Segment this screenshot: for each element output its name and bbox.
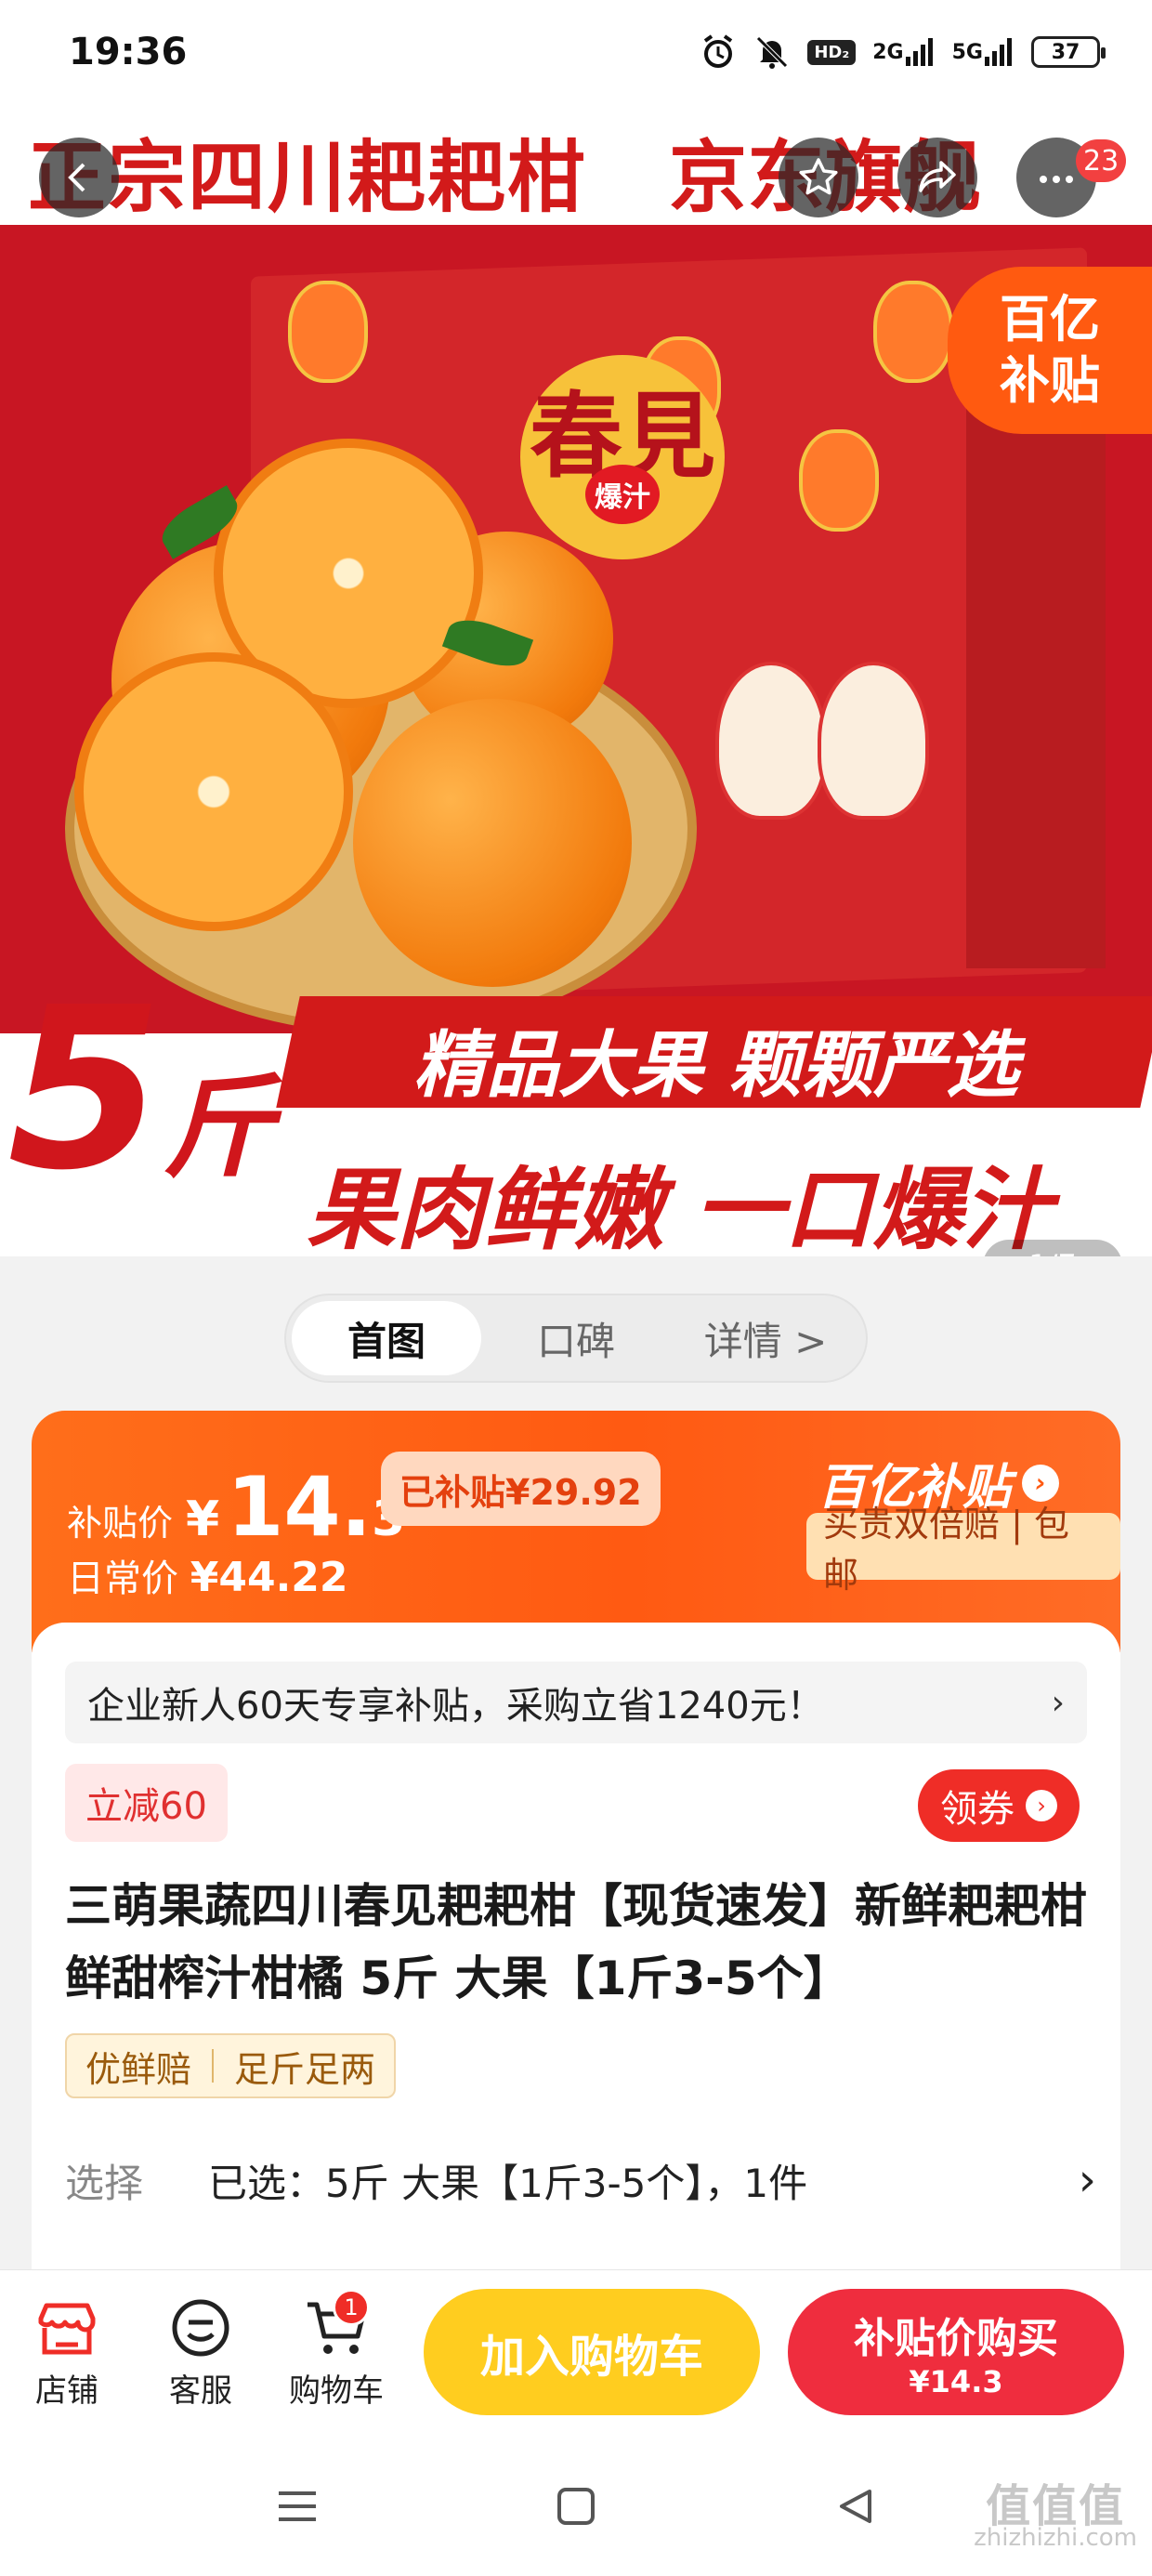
price-integer: 14. <box>227 1459 373 1555</box>
buy-label: 补贴价购买 <box>854 2315 1058 2362</box>
product-hero-image[interactable]: 正宗四川耙耙柑 京东旗舰 春見 爆汁 百亿 补贴 精品大果 颗颗严选 5斤 果肉… <box>0 104 1152 1256</box>
lantern-decoration <box>799 429 879 532</box>
hero-slogan-2: 果肉鲜嫩 一口爆汁 <box>307 1158 1052 1256</box>
signal-2g-icon: 2G <box>872 36 935 68</box>
spec-select-row[interactable]: 选择 已选：5斤 大果【1斤3-5个】，1件 › <box>65 2143 1096 2217</box>
promo-text: 企业新人60天专享补贴，采购立省1240元！ <box>87 1685 824 1728</box>
back-triangle-icon <box>840 2490 871 2523</box>
chat-smile-icon <box>164 2291 238 2365</box>
more-dots-icon <box>1040 176 1073 183</box>
home-nav-button[interactable] <box>548 2478 604 2534</box>
orange-half-image <box>74 652 353 931</box>
cart-count-badge: 1 <box>333 2289 370 2326</box>
tab-reviews[interactable]: 口碑 <box>481 1301 671 1375</box>
service-tags[interactable]: 优鲜赔 足斤足两 <box>65 2033 397 2098</box>
image-pager: 1/7 <box>983 1240 1122 1256</box>
back-arrow-icon <box>68 163 85 192</box>
hd-icon: HD₂ <box>807 39 857 65</box>
subsidy-amount-pill: 已补贴¥29.92 <box>381 1452 661 1526</box>
signal-5g-icon: 5G <box>952 36 1015 68</box>
hero-slogan-1: 精品大果 颗颗严选 <box>413 1024 1019 1108</box>
menu-nav-button[interactable] <box>269 2478 325 2534</box>
back-nav-button[interactable] <box>827 2478 883 2534</box>
product-title: 三萌果蔬四川春见耙耙柑【现货速发】新鲜耙耙柑 鲜甜榨汁柑橘 5斤 大果【1斤3-… <box>65 1879 1087 2005</box>
bottom-action-bar: 店铺 客服 1 购物车 加入购物车 补贴价购买 ¥14.3 <box>0 2269 1152 2437</box>
tab-details[interactable]: 详情 > <box>671 1301 860 1375</box>
home-square-icon <box>557 2488 595 2525</box>
back-button[interactable] <box>39 138 119 217</box>
lantern-decoration <box>288 281 368 383</box>
menu-icon <box>279 2491 316 2521</box>
daily-price-label: 日常价 <box>67 1557 178 1600</box>
hero-weight-number: 5 <box>7 959 163 1219</box>
divider <box>212 2049 215 2083</box>
mute-icon <box>753 33 791 71</box>
orange-image <box>353 699 632 987</box>
share-button[interactable] <box>897 138 977 217</box>
box-brand-subtext: 爆汁 <box>585 465 660 524</box>
product-info-card: 企业新人60天专享补贴，采购立省1240元！ › 立减60 领券 › 三萌果蔬四… <box>32 1623 1120 2273</box>
daily-price: 日常价 ¥44.22 <box>67 1548 348 1602</box>
service-tag-fresh: 优鲜赔 <box>85 2048 192 2090</box>
daily-price-value: ¥44.22 <box>190 1554 348 1601</box>
service-label: 客服 <box>169 2372 232 2410</box>
chevron-right-icon: › <box>1026 1790 1057 1821</box>
price-card: 补贴价 ¥ 14. 3 已补贴¥29.92 日常价 ¥44.22 百亿补贴 › … <box>32 1411 1120 1652</box>
star-icon <box>799 158 838 195</box>
rabbit-illustration <box>818 662 929 820</box>
chevron-right-icon: › <box>1078 2154 1096 2206</box>
hero-weight: 5斤 <box>7 978 274 1241</box>
subsidy-price: 补贴价 ¥ 14. 3 <box>67 1459 405 1555</box>
select-label: 选择 <box>65 2160 144 2206</box>
watermark: 值值值 zhizhizhi.com <box>974 2480 1137 2554</box>
status-icons: HD₂ 2G 5G 37 <box>700 33 1106 71</box>
select-value: 已选：5斤 大果【1斤3-5个】，1件 <box>208 2160 808 2206</box>
cart-icon: 1 <box>299 2289 373 2365</box>
price-currency: ¥ <box>186 1492 220 1547</box>
service-tag-weight: 足斤足两 <box>234 2048 376 2090</box>
customer-service-button[interactable]: 客服 <box>136 2291 266 2411</box>
shop-icon <box>30 2291 104 2365</box>
subsidy-corner-line1: 百亿 <box>1000 290 1100 348</box>
tab-main-image[interactable]: 首图 <box>292 1301 481 1375</box>
signal-5g-label: 5G <box>951 40 983 64</box>
content-tabs: 首图 口碑 详情 > <box>284 1294 868 1383</box>
share-icon <box>919 161 956 192</box>
watermark-logo: 值值值 <box>986 2480 1126 2532</box>
lantern-decoration <box>873 281 953 383</box>
status-bar: 19:36 HD₂ 2G 5G 37 <box>0 0 1152 104</box>
subsidy-corner-badge: 百亿 补贴 <box>948 267 1152 434</box>
battery-icon: 37 <box>1031 36 1106 68</box>
buy-now-button[interactable]: 补贴价购买 ¥14.3 <box>788 2289 1124 2415</box>
coupon-label: 领券 <box>940 1788 1015 1831</box>
signal-2g-label: 2G <box>872 40 904 64</box>
status-time: 19:36 <box>69 31 188 73</box>
cart-label: 购物车 <box>289 2372 384 2410</box>
enterprise-promo-bar[interactable]: 企业新人60天专享补贴，采购立省1240元！ › <box>65 1662 1087 1743</box>
chevron-right-icon: › <box>1051 1683 1065 1722</box>
shop-button[interactable]: 店铺 <box>2 2291 132 2411</box>
add-to-cart-button[interactable]: 加入购物车 <box>424 2289 760 2415</box>
watermark-url: zhizhizhi.com <box>974 2524 1137 2552</box>
discount-tag: 立减60 <box>65 1764 228 1842</box>
rabbit-illustration <box>715 662 827 820</box>
favorite-button[interactable] <box>779 138 858 217</box>
buy-price: ¥14.3 <box>909 2364 1003 2399</box>
cart-button[interactable]: 1 购物车 <box>271 2289 401 2411</box>
shop-label: 店铺 <box>35 2372 98 2410</box>
box-brand-badge: 春見 爆汁 <box>520 355 725 559</box>
alarm-icon <box>700 33 737 71</box>
hero-weight-unit: 斤 <box>163 1064 274 1193</box>
message-count-badge: 23 <box>1076 139 1127 182</box>
subsidy-corner-line2: 补贴 <box>1000 351 1100 410</box>
subsidy-price-label: 补贴价 <box>67 1503 174 1544</box>
get-coupon-button[interactable]: 领券 › <box>918 1769 1080 1842</box>
guarantee-badge[interactable]: 买贵双倍赔 | 包邮 <box>806 1504 1120 1596</box>
